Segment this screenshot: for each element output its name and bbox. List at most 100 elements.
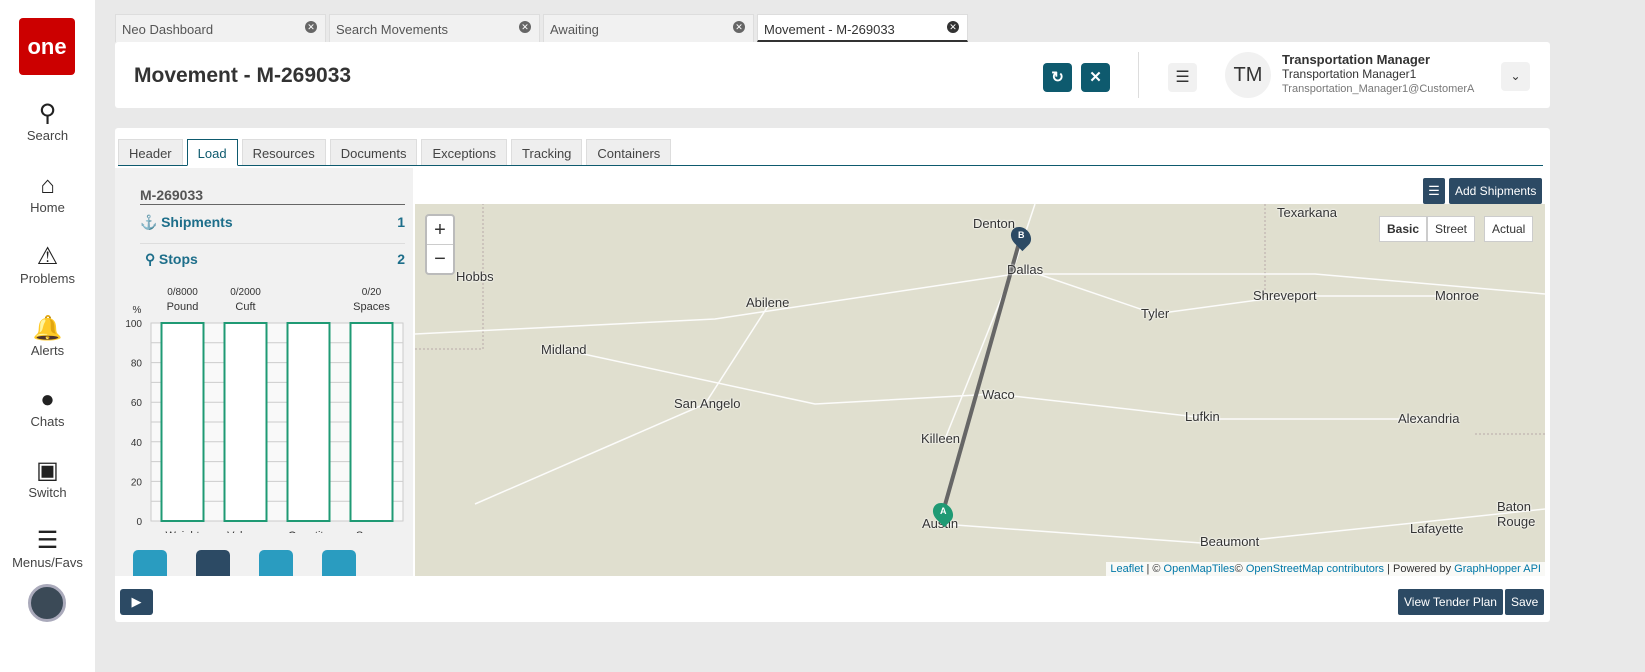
- ship-mode-icon[interactable]: [322, 550, 356, 576]
- close-icon[interactable]: ✕: [733, 21, 745, 33]
- attr-text: | ©: [1143, 563, 1164, 575]
- y-tick-label: 60: [131, 398, 143, 409]
- tab-documents[interactable]: Documents: [329, 139, 418, 165]
- chat-icon: ●: [40, 386, 55, 413]
- capacity-unit-label: Spaces: [353, 301, 390, 313]
- menu-icon: ☰: [36, 527, 59, 554]
- bar-capacity-quantity: [286, 322, 331, 522]
- city-label: Alexandria: [1398, 411, 1460, 426]
- route-line: [941, 235, 1023, 513]
- x-tick-label: Volume: [227, 530, 264, 533]
- bell-icon: 🔔: [32, 315, 63, 342]
- osm-link[interactable]: OpenStreetMap contributors: [1246, 563, 1384, 575]
- tab-label: Neo Dashboard: [122, 22, 214, 37]
- capacity-label: 0/8000: [167, 287, 198, 298]
- openmaptiles-link[interactable]: OpenMapTiles: [1164, 563, 1235, 575]
- user-info: Transportation Manager Transportation Ma…: [1282, 52, 1474, 97]
- tab-resources[interactable]: Resources: [241, 139, 326, 165]
- tab-movement[interactable]: Movement - M-269033 ✕: [757, 14, 968, 42]
- view-tender-plan-button[interactable]: View Tender Plan: [1398, 589, 1503, 615]
- menu-button[interactable]: ☰: [1168, 63, 1197, 92]
- tab-header[interactable]: Header: [118, 139, 183, 165]
- switch-icon: ▣: [36, 457, 59, 484]
- city-label: Lafayette: [1410, 521, 1464, 536]
- nav-switch[interactable]: ▣ Switch: [0, 457, 95, 500]
- city-label: Waco: [982, 387, 1015, 402]
- stops-row[interactable]: ⚲ Stops 2: [145, 251, 405, 268]
- chat-toggle-button[interactable]: ▶: [120, 589, 153, 615]
- tab-tracking[interactable]: Tracking: [511, 139, 583, 165]
- pin-icon: ⚲: [145, 251, 156, 267]
- list-menu-button[interactable]: ☰: [1423, 178, 1445, 204]
- shipments-label: Shipments: [161, 214, 233, 230]
- save-button[interactable]: Save: [1505, 589, 1545, 615]
- close-icon[interactable]: ✕: [519, 21, 531, 33]
- y-tick-label: 20: [131, 477, 143, 488]
- layer-actual-button[interactable]: Actual: [1484, 216, 1534, 242]
- nav-label: Menus/Favs: [12, 555, 83, 570]
- close-icon[interactable]: ✕: [947, 21, 959, 33]
- user-avatar-icon[interactable]: [28, 584, 66, 622]
- nav-home[interactable]: ⌂ Home: [0, 172, 95, 215]
- tab-neo-dashboard[interactable]: Neo Dashboard ✕: [115, 14, 326, 42]
- avatar[interactable]: TM: [1225, 52, 1271, 98]
- zoom-control: + −: [425, 214, 455, 275]
- graphhopper-link[interactable]: GraphHopper API: [1454, 563, 1541, 575]
- city-label: Lufkin: [1185, 409, 1220, 424]
- tab-exceptions[interactable]: Exceptions: [421, 139, 508, 165]
- leaflet-link[interactable]: Leaflet: [1110, 563, 1143, 575]
- layer-street-button[interactable]: Street: [1427, 216, 1476, 242]
- city-label: San Angelo: [674, 396, 741, 411]
- y-tick-label: 80: [131, 359, 143, 370]
- movement-id: M-269033: [140, 187, 405, 205]
- nav-label: Alerts: [30, 343, 65, 358]
- x-tick-label: Weight: [165, 530, 199, 533]
- tab-load[interactable]: Load: [186, 139, 238, 166]
- air-icon[interactable]: [133, 550, 167, 576]
- city-label: Midland: [541, 342, 587, 357]
- city-label: Killeen: [921, 431, 961, 446]
- load-panel: M-269033 ⚓ Shipments 1 ⚲ Stops 2 0 20 40 60…: [115, 168, 413, 576]
- nav-alerts[interactable]: 🔔 Alerts: [0, 315, 95, 358]
- zoom-in-button[interactable]: +: [427, 216, 453, 245]
- rail-icon[interactable]: [259, 550, 293, 576]
- city-label: Beaumont: [1200, 534, 1260, 549]
- refresh-button[interactable]: ↻: [1043, 63, 1072, 92]
- attr-text: | Powered by: [1384, 563, 1455, 575]
- chevron-down-icon[interactable]: ⌄: [1501, 62, 1530, 91]
- logo[interactable]: one: [19, 18, 75, 75]
- y-tick-label: 40: [131, 438, 143, 449]
- nav-menus[interactable]: ☰ Menus/Favs: [0, 527, 95, 570]
- nav-search[interactable]: ⚲ Search: [0, 100, 95, 143]
- close-button[interactable]: ✕: [1081, 63, 1110, 92]
- page-header: Movement - M-269033 ↻ ✕ ☰ TM Transportat…: [115, 42, 1550, 108]
- ship-icon: ⚓: [140, 214, 158, 230]
- tab-search-movements[interactable]: Search Movements ✕: [329, 14, 540, 42]
- city-label: Baton Rouge: [1497, 499, 1536, 529]
- nav-chats[interactable]: ● Chats: [0, 386, 95, 429]
- truck-icon[interactable]: [196, 550, 230, 576]
- nav-problems[interactable]: ⚠ Problems: [0, 243, 95, 286]
- bar-capacity-weight: [160, 322, 205, 522]
- bar-capacity-volume: [223, 322, 268, 522]
- warning-icon: ⚠: [36, 243, 59, 270]
- zoom-out-button[interactable]: −: [427, 245, 453, 273]
- divider: [1138, 52, 1139, 98]
- tab-containers[interactable]: Containers: [586, 139, 672, 165]
- marker-b-label: B: [1018, 230, 1025, 240]
- capacity-label: 0/20: [362, 287, 382, 298]
- city-label: Dallas: [1007, 262, 1044, 277]
- nav-label: Problems: [20, 271, 75, 286]
- city-label: Monroe: [1435, 288, 1480, 303]
- bar-capacity-space: [349, 322, 394, 522]
- city-label: Shreveport: [1253, 288, 1317, 303]
- add-shipments-button[interactable]: Add Shipments: [1449, 178, 1543, 204]
- map-attribution: Leaflet | © OpenMapTiles© OpenStreetMap …: [1106, 562, 1545, 576]
- close-icon[interactable]: ✕: [305, 21, 317, 33]
- map[interactable]: Denton Dallas Hobbs Abilene Shreveport M…: [415, 204, 1545, 576]
- tab-awaiting[interactable]: Awaiting ✕: [543, 14, 754, 42]
- layer-basic-button[interactable]: Basic: [1379, 216, 1428, 242]
- sub-tabs: Header Load Resources Documents Exceptio…: [118, 139, 1543, 166]
- stops-count: 2: [397, 251, 405, 267]
- shipments-row[interactable]: ⚓ Shipments 1: [140, 214, 405, 244]
